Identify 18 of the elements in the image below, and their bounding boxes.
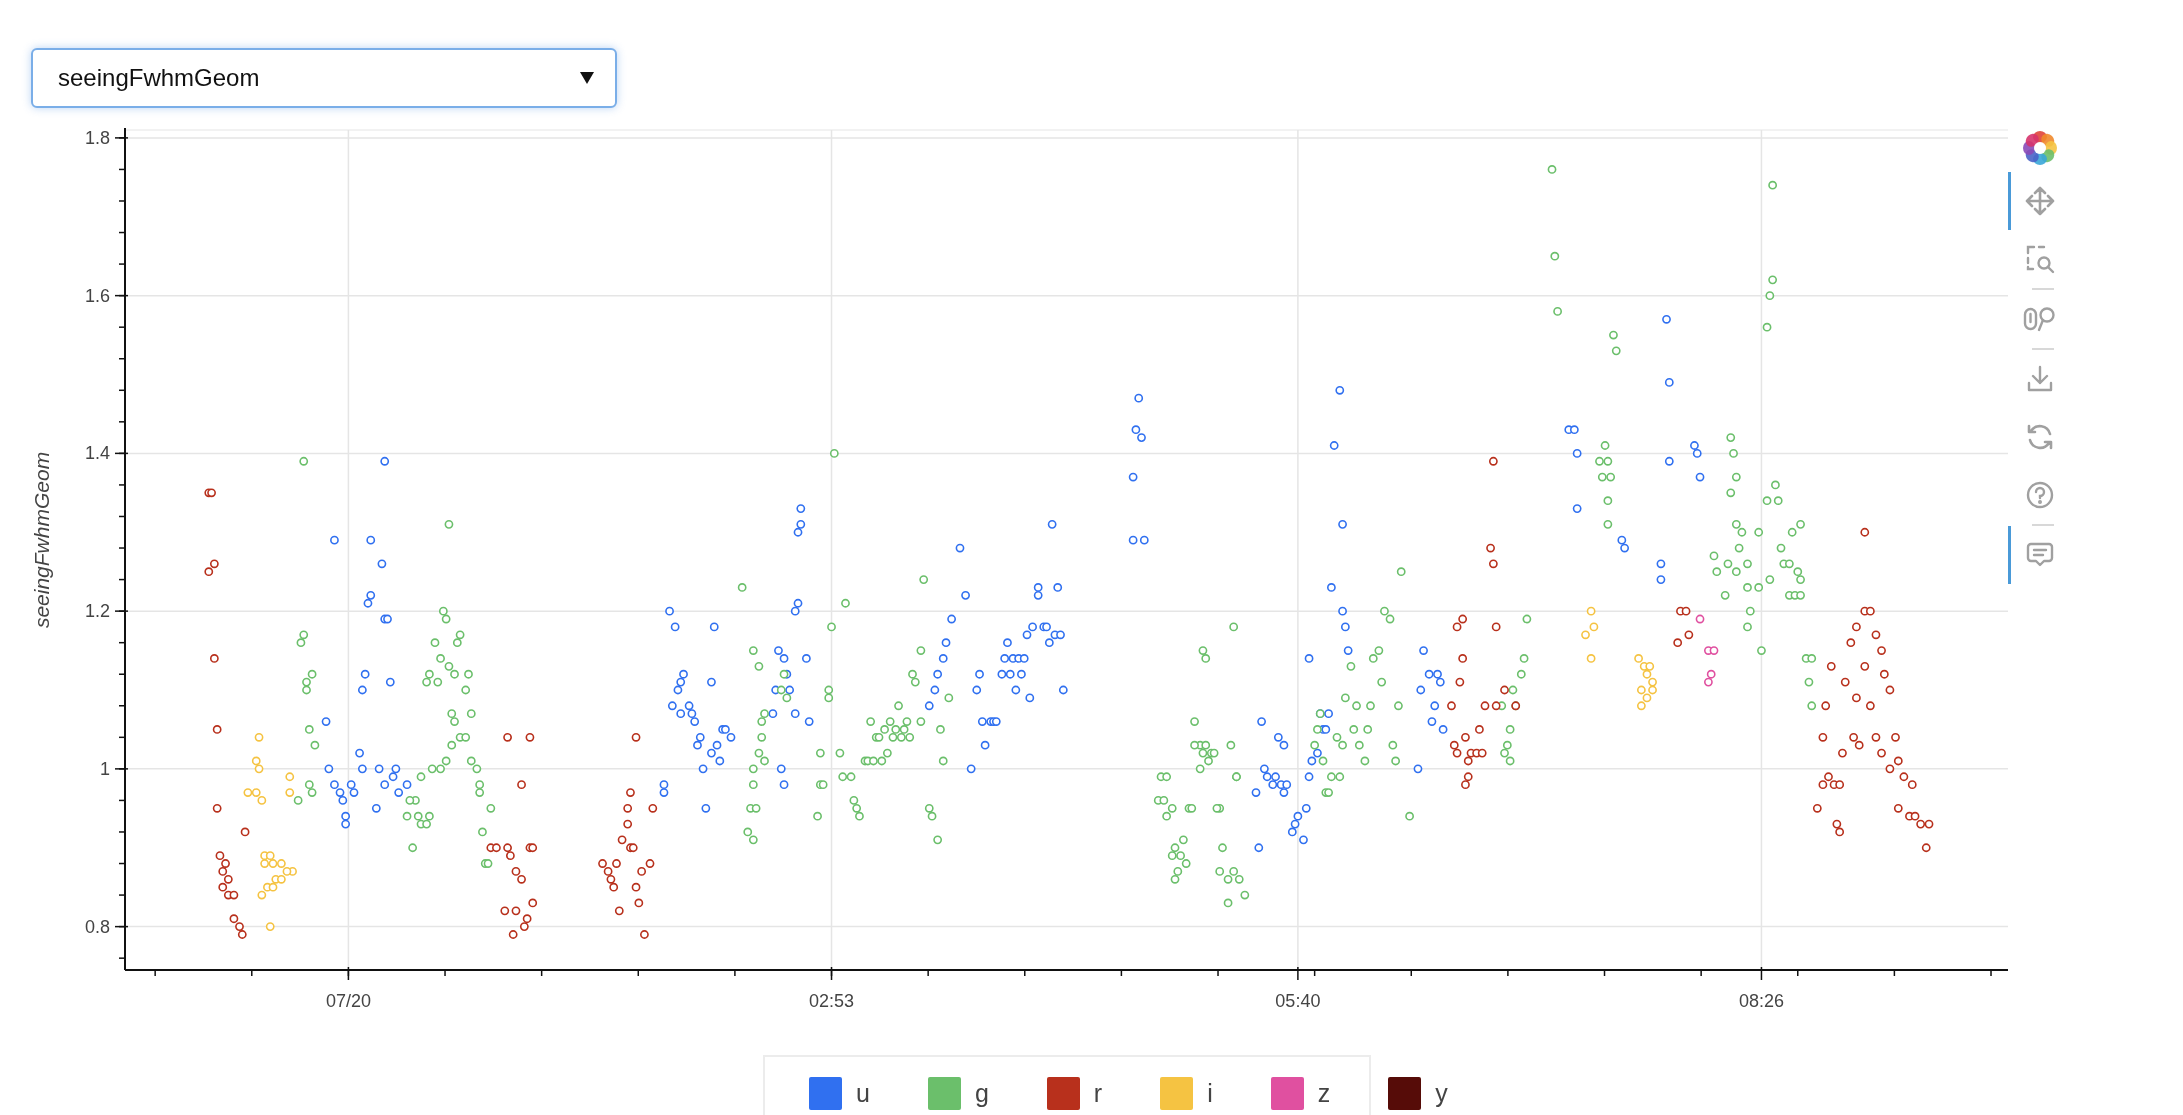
legend-label: g xyxy=(974,1079,989,1108)
legend-label: z xyxy=(1317,1079,1331,1108)
metric-dropdown[interactable]: seeingFwhmGeom xyxy=(31,48,617,108)
x-tick-label: 05:40 xyxy=(1275,991,1321,1011)
legend-label: r xyxy=(1093,1079,1103,1108)
x-tick-label: 07/20 xyxy=(325,991,371,1011)
y-tick-label: 1.4 xyxy=(84,443,110,464)
legend-label: y xyxy=(1435,1079,1448,1108)
legend-label: u xyxy=(856,1079,870,1108)
y-tick-label: 1 xyxy=(100,758,110,779)
y-axis-title: seeingFwhmGeom xyxy=(30,451,53,629)
x-tick-label: 02:53 xyxy=(809,991,855,1011)
y-tick-label: 1.6 xyxy=(84,285,110,306)
x-tick-label: 08:26 xyxy=(1738,991,1784,1011)
y-tick-label: 0.8 xyxy=(84,916,110,937)
legend-label: i xyxy=(1207,1079,1213,1108)
y-tick-label: 1.2 xyxy=(84,601,110,622)
y-tick-label: 1.8 xyxy=(84,127,110,148)
